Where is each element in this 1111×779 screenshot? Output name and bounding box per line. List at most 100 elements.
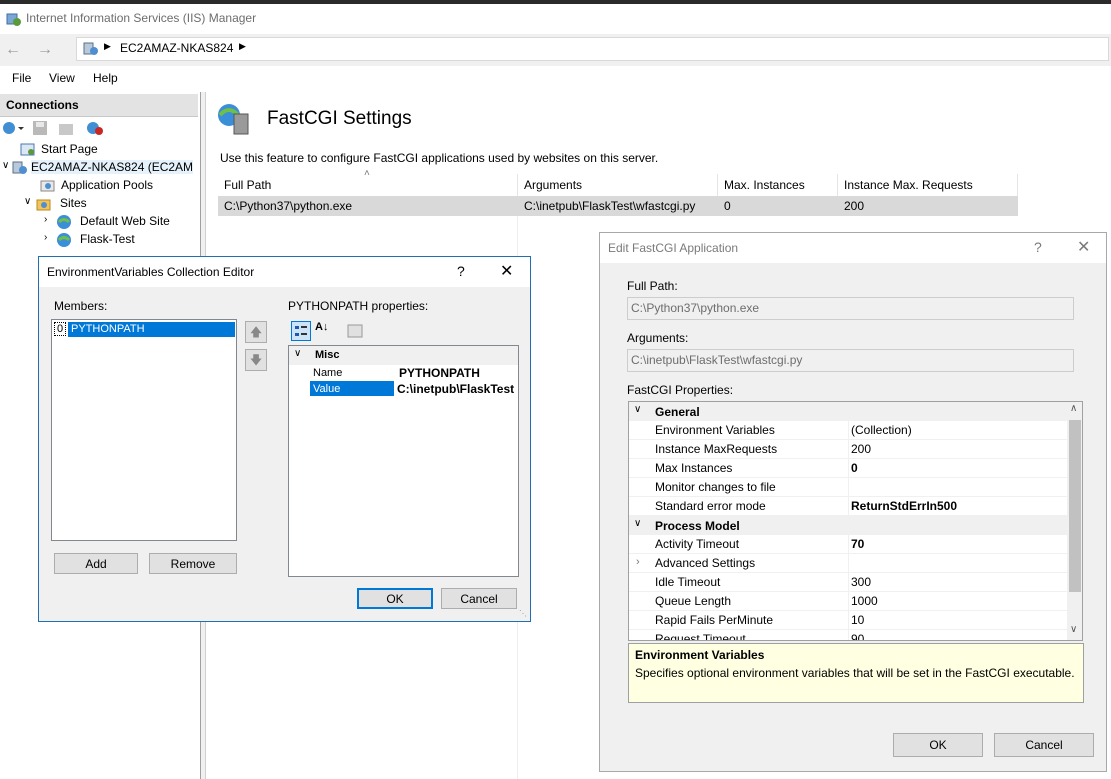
cell-max-requests: 200 [844,199,865,213]
breadcrumb-node[interactable]: EC2AMAZ-NKAS824 [120,41,233,55]
tree-label: EC2AMAZ-NKAS824 (EC2AM [31,160,194,174]
env-editor-dialog: EnvironmentVariables Collection Editor ?… [38,256,531,622]
ok-button[interactable]: OK [357,588,433,609]
full-path-field[interactable]: C:\Python37\python.exe [627,297,1074,320]
connections-header: Connections [0,94,198,117]
property-name: Name [313,367,343,379]
help-icon[interactable]: ? [1034,239,1042,255]
category-row[interactable]: ∨ General [629,402,1067,421]
members-list[interactable]: 0 PYTHONPATH [51,319,237,541]
property-name: Activity Timeout [655,537,740,551]
address-box[interactable]: ▶ EC2AMAZ-NKAS824 ▶ [76,37,1109,61]
arrow-down-icon: 🡇 [249,353,263,367]
property-pages-icon[interactable] [347,323,363,339]
property-value: 300 [851,575,872,589]
page-description: Use this feature to configure FastCGI ap… [220,151,659,165]
ok-button[interactable]: OK [893,733,983,757]
property-description: Environment Variables Specifies optional… [628,643,1084,703]
up-level-icon[interactable] [58,120,74,136]
sort-caret-icon: ˄ [364,168,370,179]
property-name: Max Instances [655,461,733,475]
move-up-button[interactable]: 🡅 [245,321,267,343]
menu-file[interactable]: File [12,71,31,85]
expand-chevron-icon[interactable]: › [44,214,47,225]
property-name: Queue Length [655,594,732,608]
forward-arrow-icon[interactable]: → [36,41,54,59]
description-text: Specifies optional environment variables… [635,666,1075,680]
column-header-max-requests[interactable]: Instance Max. Requests [844,178,973,192]
property-name: Instance MaxRequests [655,442,778,456]
breadcrumb-expand-icon[interactable]: ▶ [239,41,246,52]
property-value: 70 [851,537,865,551]
scroll-up-icon[interactable]: ∧ [1070,403,1077,414]
collapse-chevron-icon[interactable]: ∨ [634,518,641,529]
property-value: 1000 [851,594,878,608]
sites-folder-icon [36,197,52,211]
close-icon[interactable]: ✕ [500,261,513,281]
column-header-max-instances[interactable]: Max. Instances [724,178,805,192]
title-bar: Internet Information Services (IIS) Mana… [0,4,1111,34]
remove-button[interactable]: Remove [149,553,237,574]
cancel-button[interactable]: Cancel [994,733,1094,757]
cell-full-path: C:\Python37\python.exe [224,199,353,213]
arguments-label: Arguments: [627,331,689,345]
description-title: Environment Variables [635,648,765,662]
connect-globe-icon[interactable] [2,120,26,136]
property-value: 0 [851,461,858,475]
server-icon [12,161,28,175]
arrow-up-icon: 🡅 [249,325,263,339]
column-header-arguments[interactable]: Arguments [524,178,582,192]
property-value-editor[interactable]: C:\inetpub\FlaskTest [397,382,515,396]
delete-connection-icon[interactable] [86,120,104,136]
cancel-button[interactable]: Cancel [441,588,517,609]
close-icon[interactable]: ✕ [1077,237,1090,257]
grid-header: Full Path ˄ Arguments Max. Instances Ins… [218,168,1018,197]
category-row[interactable]: ∨ Misc [289,346,518,365]
collapse-chevron-icon[interactable]: ∨ [634,404,641,415]
category-label: Misc [315,349,340,361]
resize-grip-icon[interactable]: ⋱ [519,609,527,618]
full-path-label: Full Path: [627,279,678,293]
table-row[interactable]: C:\Python37\python.exe C:\inetpub\FlaskT… [218,196,1018,216]
categorized-icon[interactable] [291,321,311,341]
fastcgi-property-grid: ∨ General Environment Variables (Collecti… [628,401,1083,641]
member-index: 0 [54,322,66,336]
arguments-field[interactable]: C:\inetpub\FlaskTest\wfastcgi.py [627,349,1074,372]
collapse-chevron-icon[interactable]: ∨ [294,348,301,359]
property-name: Rapid Fails PerMinute [655,613,774,627]
column-header-full-path[interactable]: Full Path [224,178,271,192]
back-arrow-icon[interactable]: ← [4,41,22,59]
scrollbar-thumb[interactable] [1069,420,1081,592]
property-row-selected[interactable]: Value C:\inetpub\FlaskTest [289,381,518,397]
add-button[interactable]: Add [54,553,138,574]
start-page-icon [20,143,36,157]
edit-dialog-title: Edit FastCGI Application [608,241,739,255]
expand-chevron-icon[interactable]: › [44,232,47,243]
menu-view[interactable]: View [49,71,75,85]
move-down-button[interactable]: 🡇 [245,349,267,371]
members-label: Members: [54,299,108,313]
scroll-down-icon[interactable]: ∨ [1070,624,1077,635]
props-toolbar: A↓ [291,321,363,343]
expand-chevron-icon[interactable]: › [636,556,640,568]
fastcgi-props-label: FastCGI Properties: [627,383,734,397]
save-icon[interactable] [32,120,48,136]
connections-title: Connections [6,98,79,112]
vertical-scrollbar[interactable]: ∧ ∨ [1067,402,1082,640]
menu-help[interactable]: Help [93,71,118,85]
collapse-chevron-icon[interactable]: ∨ [2,160,9,171]
breadcrumb-arrow-icon: ▶ [104,41,111,51]
cell-arguments: C:\inetpub\FlaskTest\wfastcgi.py [524,199,696,213]
help-icon[interactable]: ? [457,263,465,279]
props-label: PYTHONPATH properties: [288,299,429,313]
page-title: FastCGI Settings [267,108,412,129]
app-pools-icon [40,179,56,193]
property-value: ReturnStdErrIn500 [851,499,958,513]
collapse-chevron-icon[interactable]: ∨ [24,196,31,207]
list-item[interactable]: 0 PYTHONPATH [54,322,235,338]
property-grid: ∨ Misc Name PYTHONPATH Value C:\inetpub\… [288,345,519,577]
env-editor-title: EnvironmentVariables Collection Editor [47,265,255,279]
menu-bar [0,66,1111,92]
property-row[interactable]: Name PYTHONPATH [289,365,518,381]
alphabetical-sort-icon[interactable]: A↓ [315,321,328,333]
